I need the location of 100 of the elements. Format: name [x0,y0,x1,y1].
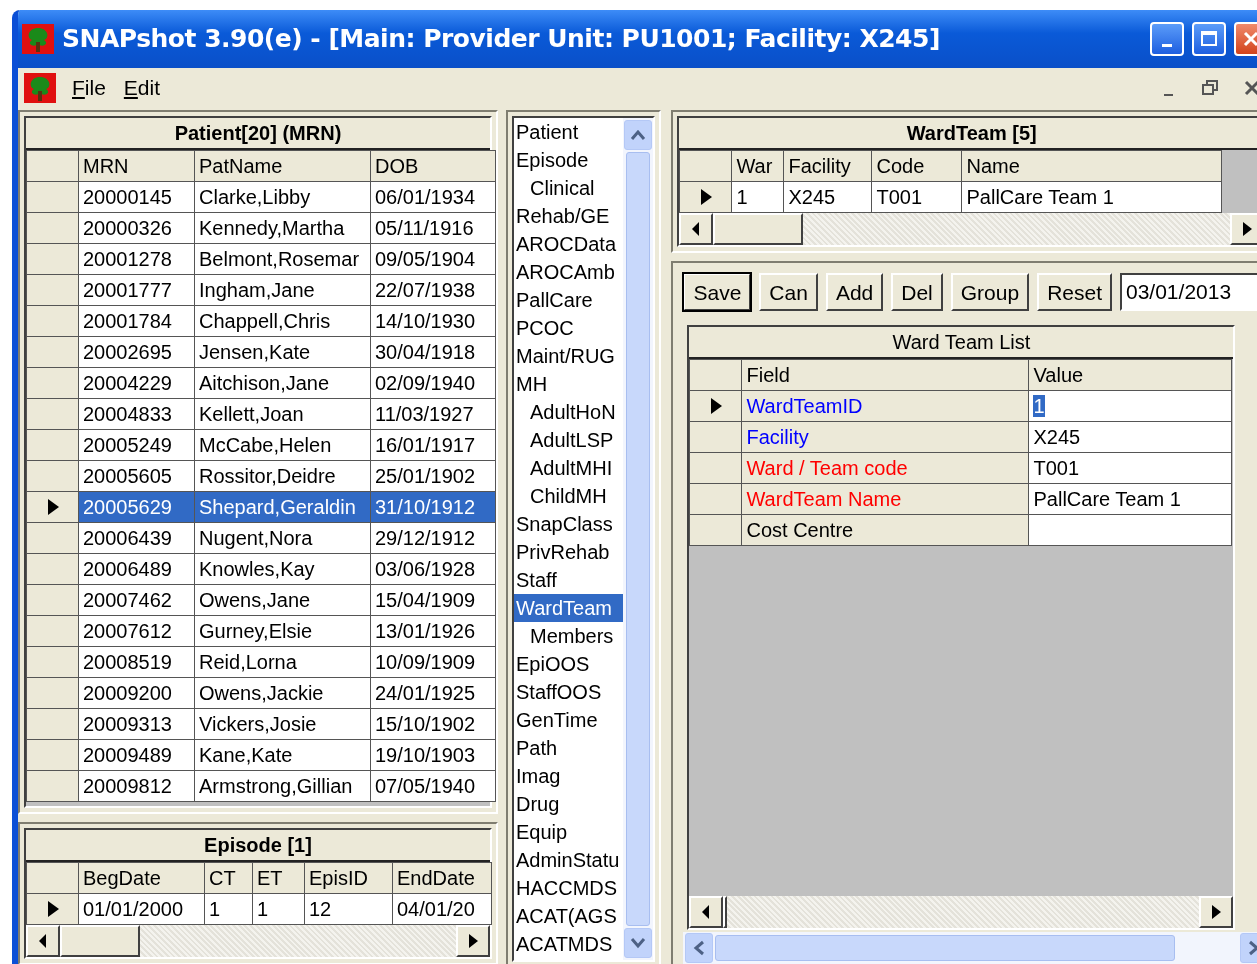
nav-list-item[interactable]: Rehab/GE [514,202,624,230]
nav-list-item[interactable]: Path [514,734,624,762]
table-cell: 20004833 [78,398,195,430]
menu-item[interactable]: File [70,72,108,104]
table-cell: Jensen,Kate [194,336,371,368]
table-cell: 10/09/1909 [370,646,496,678]
nav-list-item[interactable]: AROCData [514,230,624,258]
value-cell[interactable]: T001 [1028,452,1232,484]
minimize-button[interactable] [1150,22,1184,56]
value-cell[interactable]: 1 [1028,390,1232,422]
nav-list-item[interactable]: AdultMHI [514,454,624,482]
column-header[interactable]: Field [741,359,1029,391]
table-cell: Shepard,Geraldin [194,491,371,523]
nav-list-item[interactable]: PallCare [514,286,624,314]
table-cell: Rossitor,Deidre [194,460,371,492]
column-header[interactable]: BegDate [78,862,205,894]
nav-list-item[interactable]: ACATMDS [514,930,624,958]
table-cell: 25/01/1902 [370,460,496,492]
nav-list-item[interactable]: EpiOOS [514,650,624,678]
nav-list-item[interactable]: Members [514,622,624,650]
minimize-icon [1162,43,1172,47]
table-cell: 22/07/1938 [370,274,496,306]
toolbar-button[interactable]: Save [683,273,752,311]
horizontal-scrollbar[interactable] [683,932,1257,964]
column-header[interactable]: CT [204,862,253,894]
column-header[interactable]: PatName [194,150,371,182]
toolbar-button[interactable]: Reset [1037,273,1112,311]
nav-list-item[interactable]: PrivRehab [514,538,624,566]
nav-list-item[interactable]: ACAT(AGS [514,902,624,930]
nav-list-item[interactable]: Episode [514,146,624,174]
table-cell: 1 [204,893,253,925]
value-cell[interactable]: PallCare Team 1 [1028,483,1232,515]
toolbar-button[interactable]: Group [950,273,1030,311]
nav-list-item[interactable]: Patient [514,118,624,146]
grid-title: Ward Team List [689,327,1234,359]
field-label: Cost Centre [741,514,1029,546]
column-header[interactable]: Value [1028,359,1232,391]
nav-list-item[interactable]: HACCMDS [514,874,624,902]
grid-title: WardTeam [5] [679,118,1257,150]
nav-list-item[interactable]: Clinical [514,174,624,202]
column-header[interactable]: ET [252,862,305,894]
column-header[interactable]: Facility [783,150,872,182]
table-cell: 20001278 [78,243,195,275]
app-logo-icon [22,24,54,54]
nav-list-item[interactable]: Drug [514,790,624,818]
app-logo-icon [24,73,56,103]
scroll-thumb[interactable] [715,935,1176,961]
nav-list-item[interactable]: AdultHoN [514,398,624,426]
nav-list-item[interactable]: Staff [514,566,624,594]
horizontal-scrollbar[interactable] [26,925,490,957]
nav-list-item[interactable]: Equip [514,818,624,846]
nav-list-item[interactable]: WardTeam [514,594,624,622]
table-cell: Aitchison,Jane [194,367,371,399]
table-cell: 20006439 [78,522,195,554]
column-header[interactable]: DOB [370,150,496,182]
nav-list-item[interactable]: StaffOOS [514,678,624,706]
nav-list-item[interactable]: SnapClass [514,510,624,538]
toolbar-button[interactable]: Add [825,273,884,311]
horizontal-scrollbar[interactable] [679,213,1257,245]
nav-list-item[interactable]: AdminStatu [514,846,624,874]
table-cell: 05/11/1916 [370,212,496,244]
restore-icon [1200,78,1220,98]
nav-list-item[interactable]: AdultLSP [514,426,624,454]
table-cell: Chappell,Chris [194,305,371,337]
table-cell: 07/05/1940 [370,770,496,802]
scroll-left-icon [693,940,706,956]
table-cell: 01/01/2000 [78,893,205,925]
nav-list-item[interactable]: AROCAmb [514,258,624,286]
nav-list-item[interactable]: PCOC [514,314,624,342]
field-label: WardTeamID [741,390,1029,422]
table-cell: T001 [871,181,962,213]
table-cell: Armstrong,Gillian [194,770,371,802]
column-header[interactable]: MRN [78,150,195,182]
nav-list-item[interactable]: GenTime [514,706,624,734]
column-header[interactable]: Name [961,150,1222,182]
column-header[interactable]: EndDate [392,862,492,894]
table-cell: 16/01/1917 [370,429,496,461]
horizontal-scrollbar[interactable] [689,896,1234,928]
table-cell: Kellett,Joan [194,398,371,430]
toolbar-button[interactable]: Can [759,273,818,311]
date-field[interactable]: 03/01/2013 [1120,273,1257,311]
maximize-button[interactable] [1192,22,1226,56]
value-cell[interactable]: X245 [1028,421,1232,453]
toolbar-button[interactable]: Del [891,273,943,311]
nav-list-item[interactable]: Imag [514,762,624,790]
value-cell[interactable] [1028,514,1232,546]
table-cell: 15/04/1909 [370,584,496,616]
table-cell: 20007612 [78,615,195,647]
column-header[interactable]: EpisID [304,862,393,894]
nav-list-item[interactable]: Maint/RUG [514,342,624,370]
table-cell: 13/01/1926 [370,615,496,647]
menu-item[interactable]: Edit [121,72,163,104]
nav-list-item[interactable]: MH [514,370,624,398]
column-header[interactable]: Code [871,150,962,182]
column-header[interactable]: War [731,150,784,182]
close-icon [1241,29,1257,49]
table-cell: Gurney,Elsie [194,615,371,647]
nav-list-item[interactable]: ChildMH [514,482,624,510]
vertical-scrollbar[interactable] [623,118,654,960]
field-label: Facility [741,421,1029,453]
